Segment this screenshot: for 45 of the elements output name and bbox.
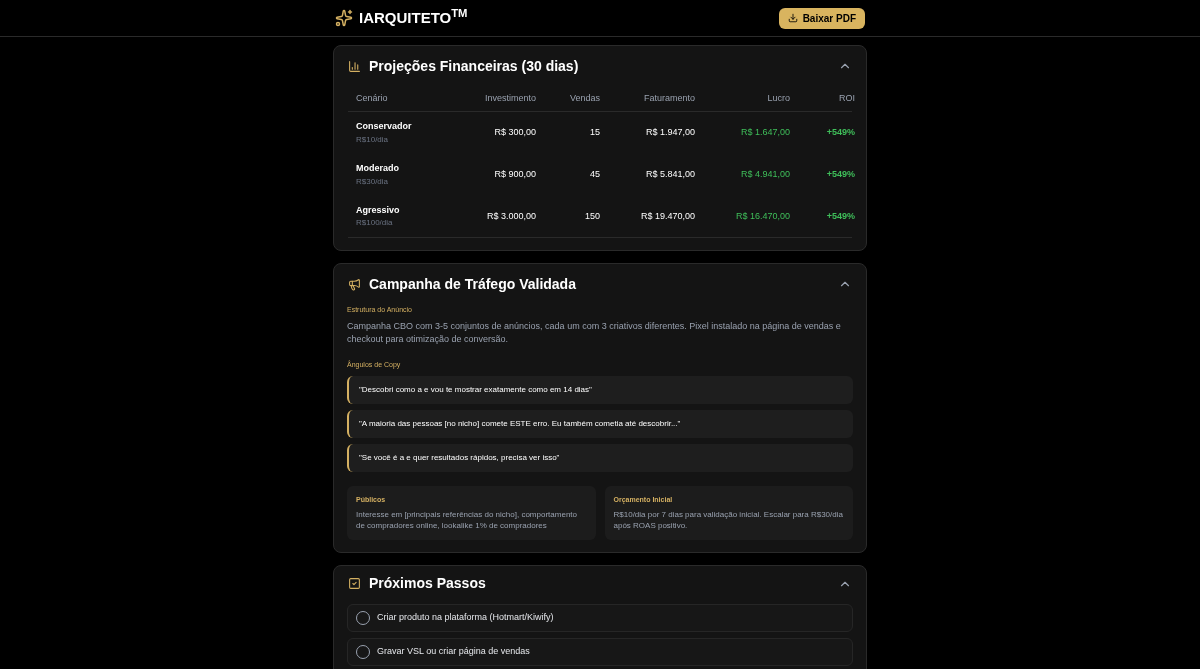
column-header: Lucro xyxy=(766,91,790,105)
info-text: Interesse em [principais referências do nicho], comportamento de compradores online, lookalike 1% de compradores xyxy=(356,508,578,531)
structure-text: Campanha CBO com 3-5 conjuntos de anúncios, cada um com 3 criativos diferentes. Pixel instalado na página de vendas e checkout para otimização de conversão. xyxy=(347,319,842,346)
table-cell-text: 15 xyxy=(589,126,600,140)
info-text: R$10/dia por 7 dias para validação inicial. Escalar para R$30/dia após ROAS positivo. xyxy=(613,508,844,531)
table-cell-text: +549% xyxy=(825,168,855,182)
download-icon xyxy=(787,13,798,23)
column-header: Faturamento xyxy=(642,91,695,105)
checkbox-icon xyxy=(348,577,361,590)
scenario-name: Conservador xyxy=(356,120,413,134)
section-title: Campanha de Tráfego Validada xyxy=(369,274,576,294)
table-cell-text: +549% xyxy=(825,209,855,223)
table-cell-text: R$ 1.647,00 xyxy=(739,126,790,140)
scenario-name: Agressivo xyxy=(356,203,401,217)
table-cell-text: R$ 300,00 xyxy=(493,126,536,140)
copy-angle-quote: "Se você é a e quer resultados rápidos, precisa ver isso" xyxy=(347,444,853,472)
table-cell-text: 150 xyxy=(583,209,600,223)
copy-angle-quote: "A maioria das pessoas [no nicho] comete ESTE erro. Eu também cometia até descobrir..." xyxy=(347,410,853,438)
copy-angle-quote: "Descobri como a e vou te mostrar exatamente como em 14 dias" xyxy=(347,376,853,404)
daily-budget: R$10/dia xyxy=(356,133,390,146)
table-cell-text: R$ 3.000,00 xyxy=(485,209,536,223)
logo-text: IARQUITETO$^{TM}$ xyxy=(359,6,468,28)
column-header: Cenário xyxy=(356,91,389,105)
step-label: Criar produto na plataforma (Hotmart/Kiwify) xyxy=(377,610,554,624)
table-cell-text: R$ 1.947,00 xyxy=(644,126,695,140)
megaphone-icon xyxy=(348,277,361,291)
daily-budget: R$100/dia xyxy=(356,217,394,230)
table-cell-text: R$ 16.470,00 xyxy=(734,209,790,223)
table-cell-text: R$ 5.841,00 xyxy=(644,168,695,182)
daily-budget: R$30/dia xyxy=(356,175,390,188)
sparkle-logo-icon xyxy=(335,9,353,27)
table-cell-text: R$ 19.470,00 xyxy=(639,209,695,223)
column-header: Vendas xyxy=(568,91,600,105)
scenario-name: Moderado xyxy=(356,162,400,176)
bar-chart-icon xyxy=(348,59,361,73)
table-cell-text: +549% xyxy=(825,126,855,140)
step-label: Gravar VSL ou criar página de vendas xyxy=(377,644,530,658)
column-header: Investimento xyxy=(483,91,536,105)
section-title: Próximos Passos xyxy=(369,574,486,593)
section-title: Projeções Financeiras (30 dias) xyxy=(369,56,579,76)
download-pdf-button[interactable]: Baixar PDF xyxy=(778,7,865,29)
table-cell-text: R$ 4.941,00 xyxy=(739,168,790,182)
table-cell-text: 45 xyxy=(589,168,600,182)
table-cell-text: R$ 900,00 xyxy=(493,168,536,182)
column-header: ROI xyxy=(838,91,855,105)
